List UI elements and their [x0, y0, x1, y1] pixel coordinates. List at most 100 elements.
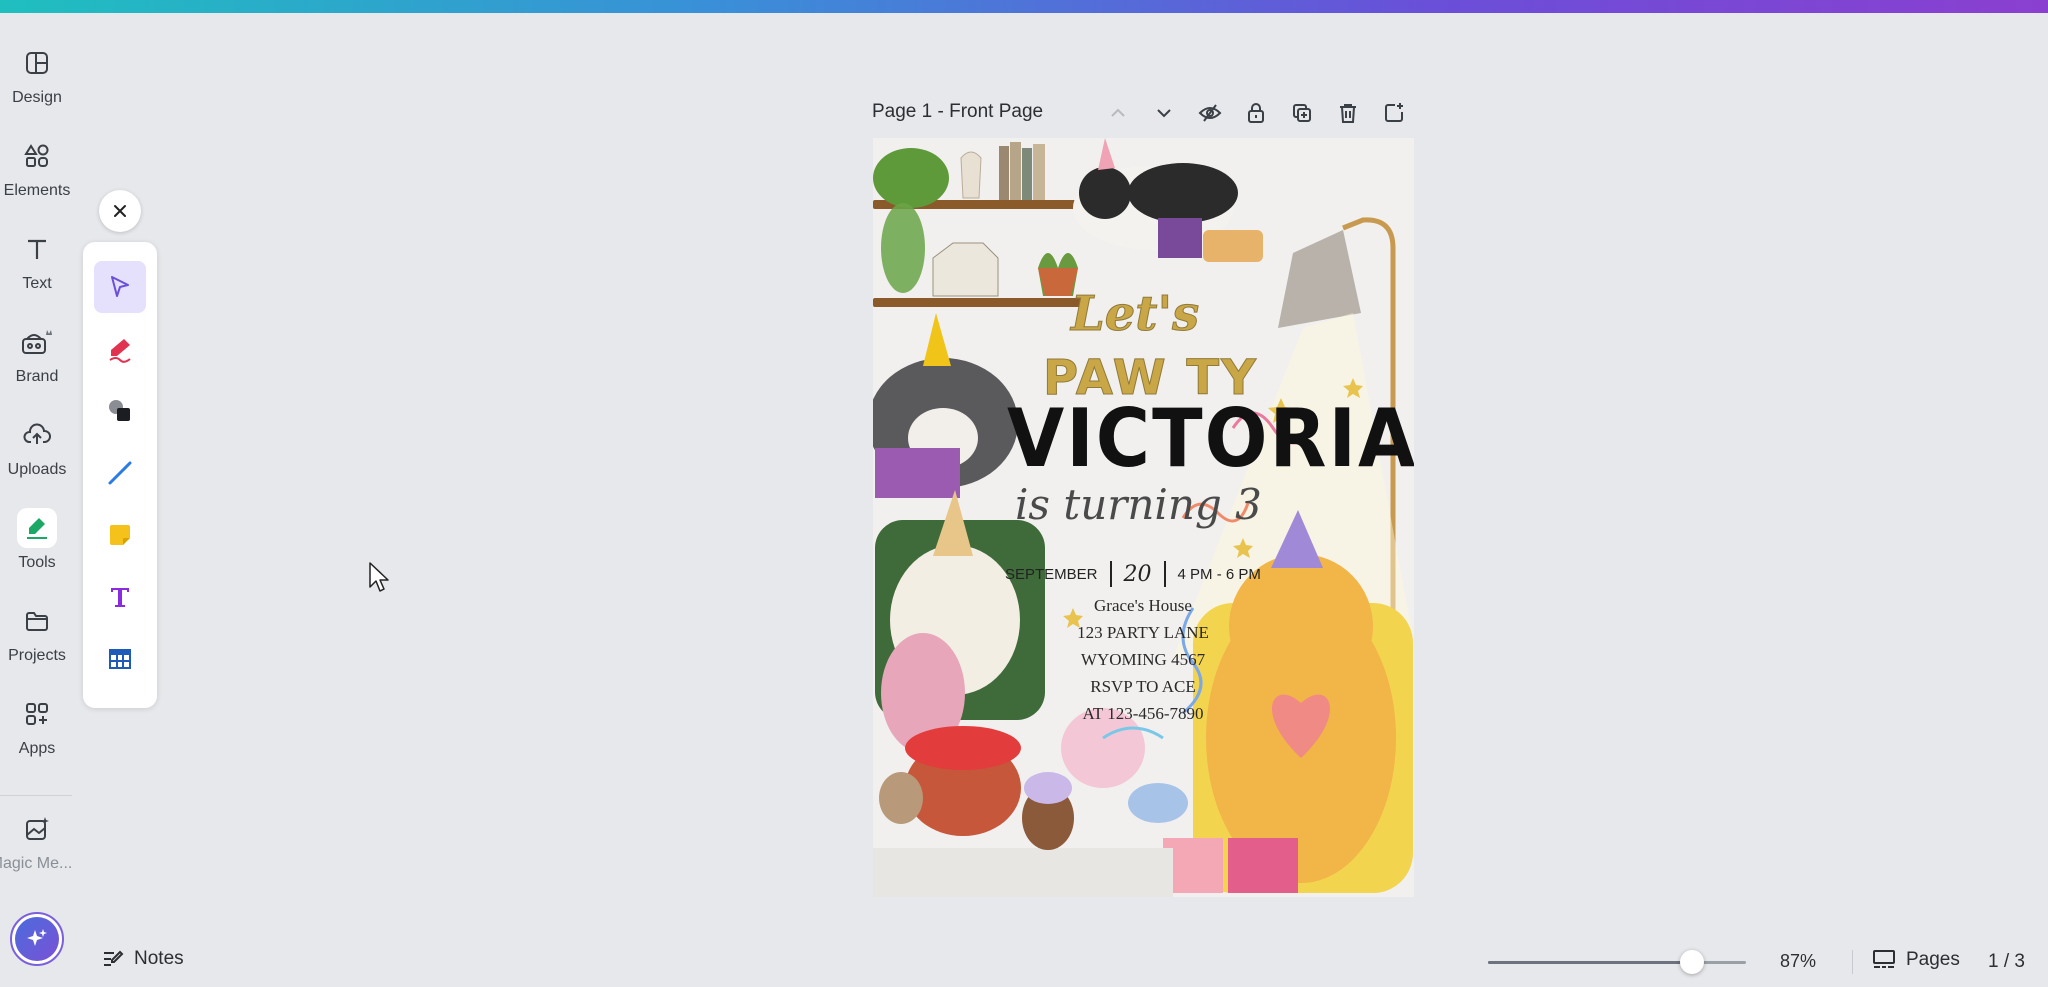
mouse-cursor-icon: [369, 562, 389, 592]
page-count: 1 / 3: [1988, 951, 2025, 972]
eye-off-icon: [1198, 104, 1222, 122]
table-cloth: [873, 848, 1173, 897]
design-canvas[interactable]: Let's PAW TY VICTORIA is turning 3 SEPTE…: [873, 138, 1414, 897]
bottom-divider: [1852, 950, 1853, 974]
text-tool[interactable]: [94, 571, 146, 623]
pen-tool[interactable]: [94, 323, 146, 375]
notes-icon: [104, 950, 124, 966]
birthday-name[interactable]: VICTORIA: [1007, 393, 1414, 486]
trash-icon: [1340, 104, 1356, 123]
sidebar-item-label: Elements: [3, 182, 71, 199]
lamp-shade: [1278, 230, 1361, 328]
gift-box: [1158, 218, 1202, 258]
magic-assistant-button[interactable]: [10, 912, 64, 966]
text-icon: [17, 229, 57, 269]
add-page-icon: [1385, 103, 1403, 122]
add-page-button[interactable]: [1376, 96, 1412, 130]
address-block[interactable]: Grace's House 123 PARTY LANE WYOMING 456…: [1063, 592, 1223, 727]
address-line: Grace's House: [1094, 596, 1192, 615]
event-day: 20: [1123, 561, 1152, 587]
zoom-percent[interactable]: 87%: [1780, 951, 1816, 972]
hanging-plant: [873, 148, 949, 208]
small-house: [932, 242, 999, 297]
select-tool[interactable]: [94, 261, 146, 313]
table-icon: [109, 649, 131, 669]
page-down-button[interactable]: [1146, 96, 1182, 130]
pen-icon: [109, 339, 131, 363]
layout-icon: [17, 43, 57, 83]
sticky-note-tool[interactable]: [94, 509, 146, 561]
sparkle-icon: [15, 917, 59, 961]
sidebar-item-apps[interactable]: Apps: [0, 694, 74, 774]
turning-text[interactable]: is turning 3: [1015, 480, 1262, 529]
zoom-slider-fill: [1488, 961, 1693, 964]
chevron-down-icon: [1157, 109, 1171, 118]
zoom-slider-handle[interactable]: [1680, 950, 1705, 974]
sidebar-item-label: Brand: [15, 368, 59, 385]
date-row[interactable]: SEPTEMBER 20 4 PM - 6 PM: [1005, 560, 1261, 588]
party-hat: [1098, 138, 1115, 170]
event-time: 4 PM - 6 PM: [1177, 565, 1261, 583]
sidebar-item-brand[interactable]: Brand: [0, 322, 74, 402]
hide-page-button[interactable]: [1192, 96, 1228, 130]
top-gradient-bar: [0, 0, 2048, 13]
shapes-tool[interactable]: [94, 385, 146, 437]
duplicate-icon: [1293, 104, 1311, 122]
cursor-arrow-icon: [111, 276, 129, 297]
table-tool[interactable]: [94, 633, 146, 685]
pastry-box: [1203, 230, 1263, 262]
chevron-up-icon: [1111, 108, 1125, 117]
sidebar-item-uploads[interactable]: Uploads: [0, 415, 74, 495]
delete-page-button[interactable]: [1330, 96, 1366, 130]
close-tools-button[interactable]: [99, 190, 141, 232]
text-tool-icon: [111, 588, 129, 607]
sidebar-item-label: Design: [12, 89, 62, 106]
page-title[interactable]: Page 1 - Front Page: [872, 101, 1043, 123]
sidebar-item-label: Magic Me...: [0, 855, 73, 872]
notes-label: Notes: [134, 948, 184, 969]
teacup: [1128, 783, 1188, 823]
left-sidebar: Design Elements Text Brand Uploads Tools: [0, 13, 74, 987]
sidebar-item-elements[interactable]: Elements: [0, 136, 74, 216]
lock-icon: [1248, 103, 1264, 123]
sidebar-item-label: Tools: [18, 554, 56, 571]
hanging-plant-vines: [881, 203, 925, 293]
notes-button[interactable]: Notes: [102, 948, 184, 970]
zoom-slider-track[interactable]: [1488, 961, 1746, 964]
vase: [960, 151, 982, 199]
pages-label: Pages: [1906, 949, 1960, 970]
sidebar-item-label: Text: [22, 275, 52, 292]
sidebar-item-text[interactable]: Text: [0, 229, 74, 309]
shapes-tool-icon: [109, 400, 130, 421]
sidebar-item-design[interactable]: Design: [0, 43, 74, 123]
page-up-button[interactable]: [1100, 96, 1136, 130]
event-month: SEPTEMBER: [1005, 565, 1098, 583]
apps-grid-icon: [17, 694, 57, 734]
cloud-upload-icon: [17, 415, 57, 455]
gift-box: [875, 448, 960, 498]
line-tool[interactable]: [94, 447, 146, 499]
lets-heading[interactable]: Let's: [1070, 286, 1199, 343]
duplicate-page-button[interactable]: [1284, 96, 1320, 130]
pages-button[interactable]: Pages: [1872, 949, 1960, 971]
address-line: RSVP TO ACE: [1090, 677, 1196, 696]
sticky-note-icon: [110, 525, 130, 545]
page-actions: [1100, 96, 1412, 130]
address-line: AT 123-456-7890: [1082, 704, 1204, 723]
date-divider: [1109, 561, 1112, 587]
sidebar-item-tools[interactable]: Tools: [0, 508, 74, 588]
book: [1033, 144, 1045, 200]
book: [1022, 148, 1032, 200]
sidebar-divider: [0, 795, 72, 796]
date-divider: [1163, 561, 1166, 587]
sidebar-item-label: Apps: [18, 740, 56, 757]
gift-box: [1228, 838, 1298, 893]
close-icon: [114, 205, 126, 217]
book: [1010, 142, 1021, 200]
sidebar-item-magic-media[interactable]: Magic Me...: [0, 809, 74, 889]
magic-media-icon: [17, 809, 57, 849]
lock-page-button[interactable]: [1238, 96, 1274, 130]
sidebar-item-projects[interactable]: Projects: [0, 601, 74, 681]
coffee-mug: [879, 772, 923, 824]
sidebar-item-label: Uploads: [7, 461, 67, 478]
